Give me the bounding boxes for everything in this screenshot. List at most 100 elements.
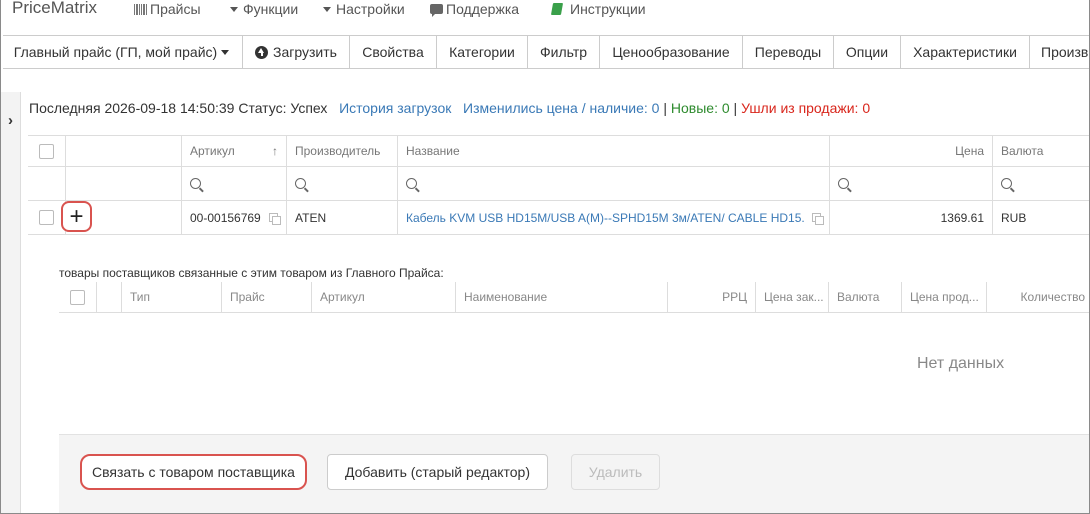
supplier-column-purchase-price[interactable]: Цена зак... [755, 282, 828, 312]
row-manufacturer: ATEN [286, 201, 397, 234]
filter-price-input[interactable] [829, 167, 992, 200]
nav-support[interactable]: Поддержка [430, 1, 519, 17]
copy-icon[interactable] [268, 213, 281, 225]
top-navbar: PriceMatrix Прайсы Функции Настройки Под… [1, 0, 1089, 30]
nav-prices[interactable]: Прайсы [134, 1, 201, 17]
toolbar-tabs: Главный прайс (ГП, мой прайс) Загрузить … [3, 35, 1089, 69]
row-article-cell: 00-00156769 [181, 201, 286, 234]
filter-name-input[interactable] [397, 167, 829, 200]
tab-main-price-label: Главный прайс (ГП, мой прайс) [13, 44, 218, 60]
upload-history-link[interactable]: История загрузок [339, 100, 451, 116]
sidebar-toggle[interactable]: › [1, 92, 21, 148]
nav-functions[interactable]: Функции [230, 1, 298, 17]
nav-prices-label: Прайсы [150, 1, 201, 17]
filter-article-input[interactable] [181, 167, 286, 200]
column-header-article[interactable]: Артикул ↑ [181, 136, 286, 166]
grid-header-row: Артикул ↑ Производитель Название Цена Ва… [28, 135, 1089, 167]
detail-footer: Связать с товаром поставщика Добавить (с… [59, 434, 1089, 513]
filter-manufacturer-input[interactable] [286, 167, 397, 200]
nav-instructions-label: Инструкции [570, 1, 646, 17]
sort-ascending-icon: ↑ [272, 144, 278, 158]
nav-instructions[interactable]: Инструкции [550, 1, 646, 17]
brand-logo[interactable]: PriceMatrix [12, 0, 97, 18]
tab-characteristics[interactable]: Характеристики [901, 35, 1030, 69]
changed-count-link[interactable]: Изменились цена / наличие: 0 [463, 100, 659, 116]
last-upload-text: Последняя 2026-09-18 14:50:39 Статус: Ус… [29, 100, 328, 116]
select-all-cell [28, 136, 65, 166]
filter-currency-input[interactable] [992, 167, 1089, 200]
tab-filter[interactable]: Фильтр [528, 35, 600, 69]
app-window: PriceMatrix Прайсы Функции Настройки Под… [0, 0, 1090, 514]
upload-icon [255, 45, 269, 59]
tab-upload[interactable]: Загрузить [243, 35, 350, 69]
column-header-article-label: Артикул [190, 144, 235, 158]
chevron-right-icon: › [8, 111, 13, 129]
column-header-currency[interactable]: Валюта [992, 136, 1089, 166]
caret-down-icon [323, 6, 331, 12]
delete-button[interactable]: Удалить [571, 454, 660, 490]
select-all-checkbox[interactable] [39, 143, 54, 159]
supplier-column-sale-price[interactable]: Цена прод... [901, 282, 986, 312]
row-select-cell [28, 201, 65, 234]
supplier-grid-header: Тип Прайс Артикул Наименование РРЦ Цена … [59, 282, 1089, 313]
supplier-expand-header [96, 282, 121, 312]
supplier-column-article[interactable]: Артикул [311, 282, 455, 312]
column-header-manufacturer[interactable]: Производитель [286, 136, 397, 166]
nav-support-label: Поддержка [446, 1, 520, 17]
supplier-column-type[interactable]: Тип [121, 282, 221, 312]
supplier-grid-body [59, 313, 1089, 433]
expand-header-cell [65, 136, 181, 166]
search-icon [1001, 178, 1012, 189]
filter-empty-cell [65, 167, 181, 200]
supplier-select-all-cell [59, 282, 96, 312]
status-separator: | [663, 100, 667, 116]
search-icon [838, 178, 849, 189]
detail-caption: товары поставщиков связанные с этим това… [59, 266, 444, 280]
supplier-column-rrp[interactable]: РРЦ [667, 282, 755, 312]
search-icon [190, 178, 201, 189]
tab-options[interactable]: Опции [834, 35, 901, 69]
supplier-column-name[interactable]: Наименование [455, 282, 667, 312]
supplier-column-currency[interactable]: Валюта [828, 282, 901, 312]
row-price: 1369.61 [829, 201, 992, 234]
row-currency: RUB [992, 201, 1089, 234]
tab-main-price[interactable]: Главный прайс (ГП, мой прайс) [3, 35, 243, 69]
book-icon [550, 3, 564, 15]
nav-settings-label: Настройки [336, 1, 405, 17]
table-row[interactable]: 00-00156769 ATEN Кабель KVM USB HD15M/US… [28, 201, 1089, 235]
chat-bubble-icon [430, 4, 443, 17]
grid-filter-row [28, 167, 1089, 201]
nav-functions-label: Функции [243, 1, 299, 17]
column-header-name[interactable]: Название [397, 136, 829, 166]
link-supplier-product-button[interactable]: Связать с товаром поставщика [80, 454, 307, 490]
add-old-editor-button[interactable]: Добавить (старый редактор) [327, 454, 548, 490]
tab-upload-label: Загрузить [273, 44, 337, 60]
row-name-cell: Кабель KVM USB HD15M/USB A(M)--SPHD15M 3… [397, 201, 829, 234]
row-name-link[interactable]: Кабель KVM USB HD15M/USB A(M)--SPHD15M 3… [406, 211, 804, 225]
new-count-link[interactable]: Новые: 0 [671, 100, 730, 116]
filter-empty-cell [28, 167, 65, 200]
gone-count-link[interactable]: Ушли из продажи: 0 [741, 100, 870, 116]
copy-icon[interactable] [812, 213, 824, 225]
expand-row-button[interactable]: + [61, 201, 92, 232]
column-header-price[interactable]: Цена [829, 136, 992, 166]
search-icon [406, 178, 417, 189]
caret-down-icon [230, 6, 238, 12]
upload-status: Последняя 2026-09-18 14:50:39 Статус: Ус… [29, 100, 870, 116]
tab-translations[interactable]: Переводы [743, 35, 834, 69]
tab-manufacturers[interactable]: Произв [1030, 35, 1089, 69]
row-article: 00-00156769 [190, 210, 261, 225]
caret-down-icon [221, 49, 230, 55]
supplier-column-price-list[interactable]: Прайс [221, 282, 311, 312]
no-data-text: Нет данных [917, 355, 1005, 372]
row-checkbox[interactable] [39, 210, 54, 225]
search-icon [295, 178, 306, 189]
tab-pricing[interactable]: Ценообразование [600, 35, 743, 69]
tab-properties[interactable]: Свойства [350, 35, 437, 69]
sidebar-strip [1, 148, 21, 513]
nav-settings[interactable]: Настройки [323, 1, 405, 17]
status-separator: | [733, 100, 738, 116]
supplier-select-all-checkbox[interactable] [70, 289, 85, 305]
tab-categories[interactable]: Категории [437, 35, 528, 69]
supplier-column-quantity[interactable]: Количество [986, 282, 1089, 312]
